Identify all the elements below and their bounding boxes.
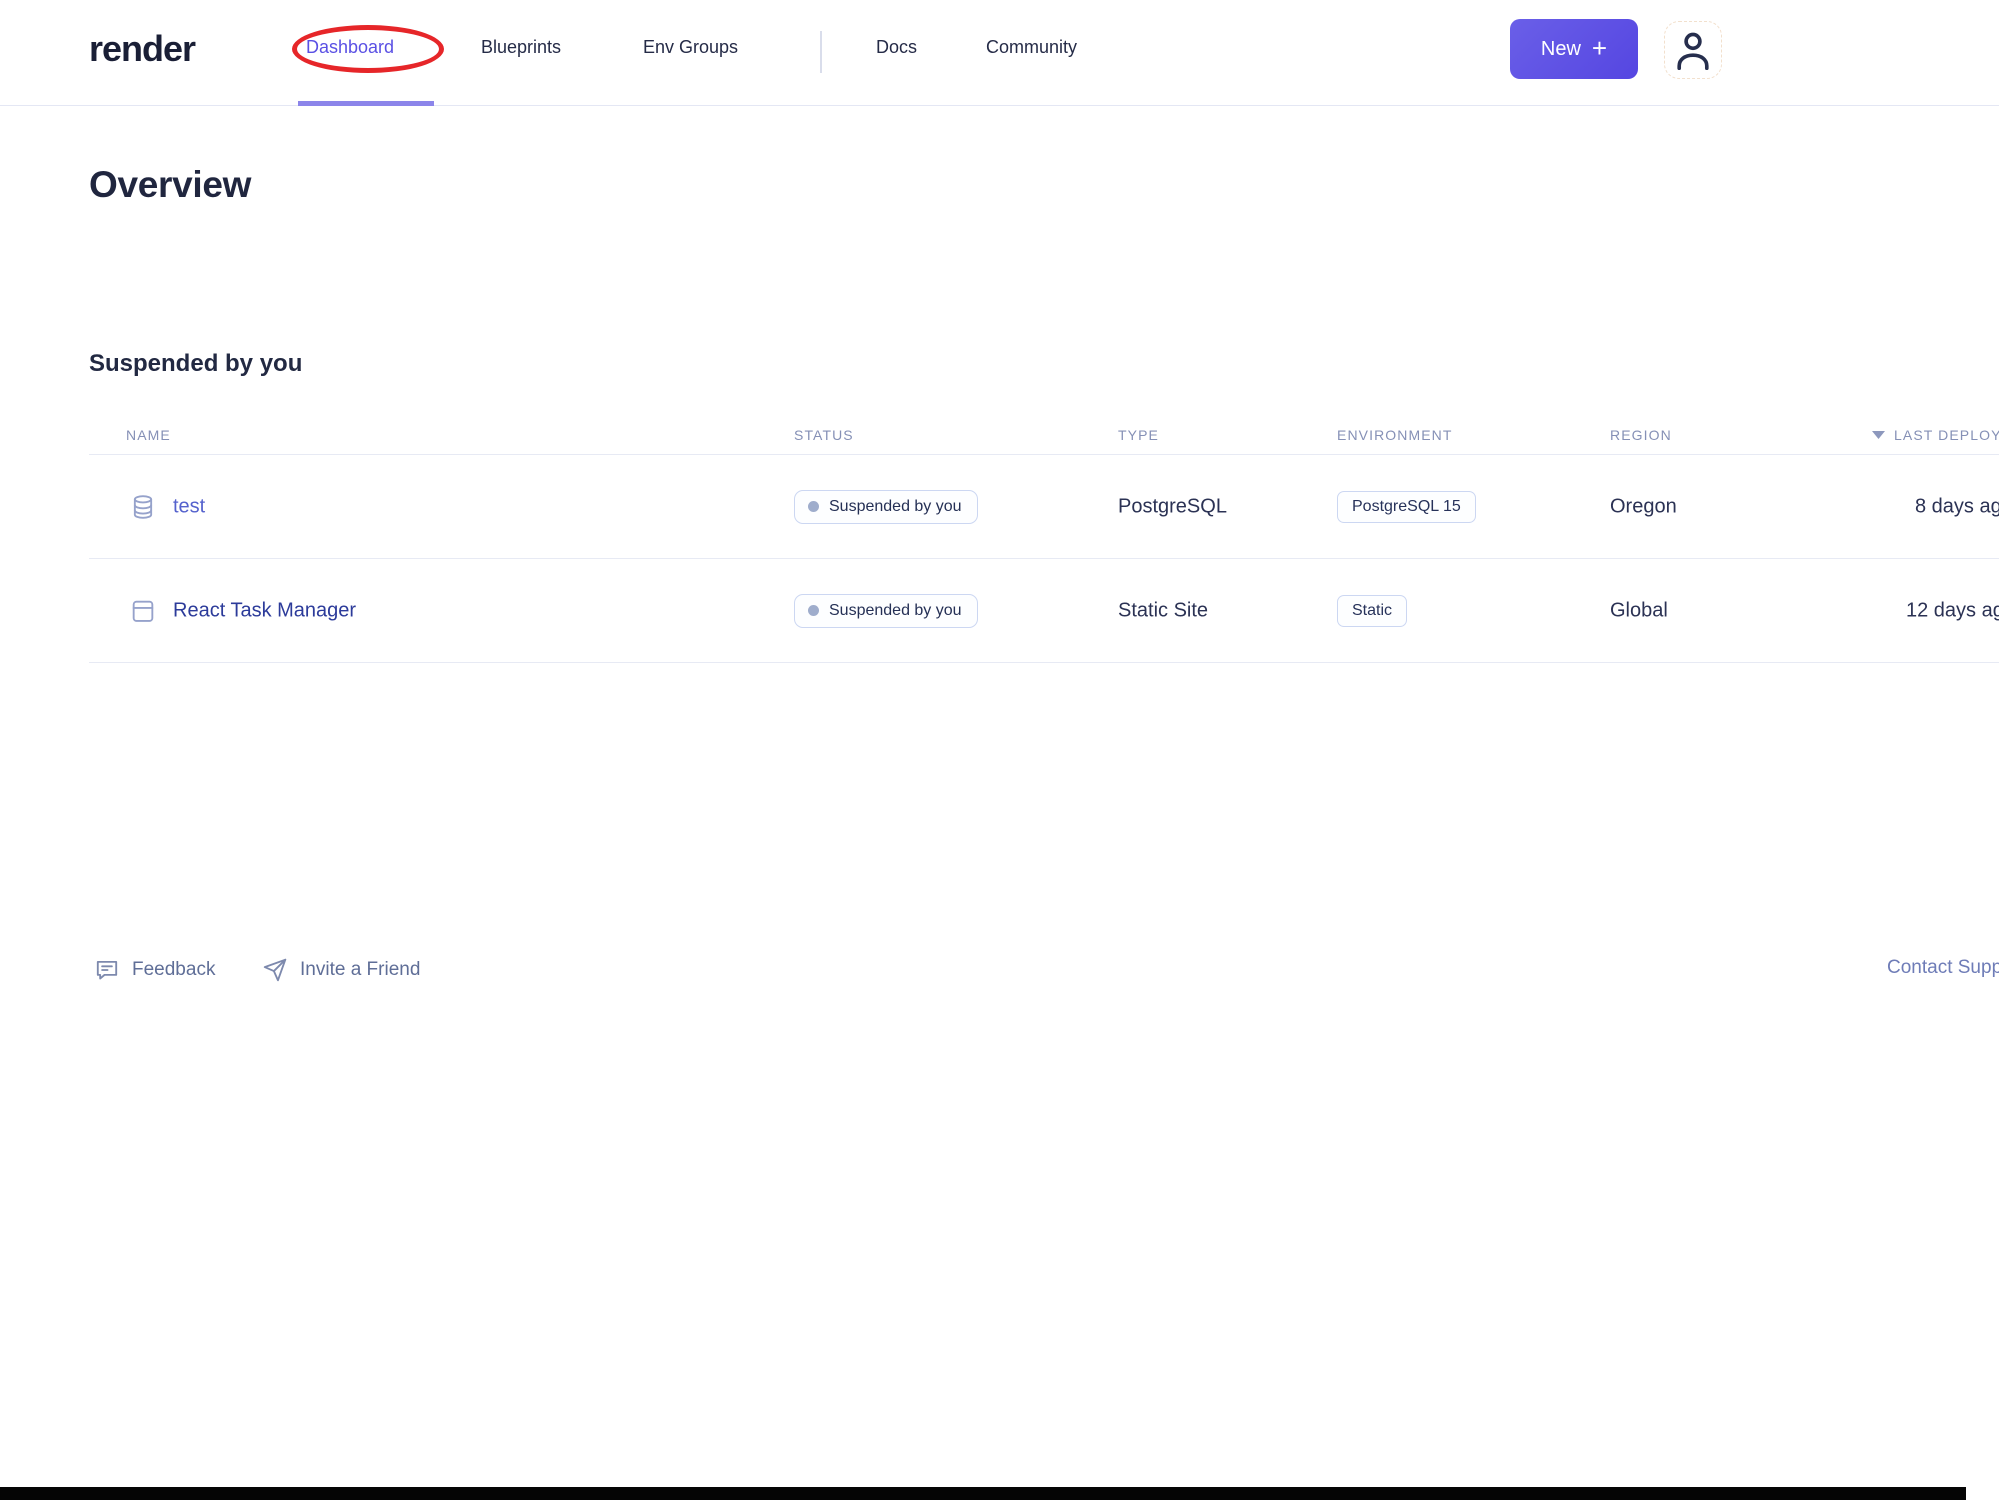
column-header-type[interactable]: TYPE xyxy=(1118,427,1159,443)
section-title-suspended: Suspended by you xyxy=(89,350,303,377)
environment-badge: Static xyxy=(1337,594,1408,627)
service-type: PostgreSQL xyxy=(1118,495,1227,517)
database-icon xyxy=(129,493,157,521)
table-row-test[interactable]: test Suspended by you PostgreSQL Postgre… xyxy=(89,455,1999,559)
table-row-react-task-manager[interactable]: React Task Manager Suspended by you Stat… xyxy=(89,559,1999,663)
render-logo[interactable]: render xyxy=(89,28,196,70)
nav-divider xyxy=(820,31,822,73)
service-name-link[interactable]: test xyxy=(173,495,205,518)
column-header-status[interactable]: STATUS xyxy=(794,427,854,443)
status-label: Suspended by you xyxy=(829,497,962,515)
status-dot-icon xyxy=(808,501,819,512)
last-deploy-value: 12 days ago xyxy=(1906,599,1999,621)
invite-label: Invite a Friend xyxy=(300,959,421,980)
column-header-region[interactable]: REGION xyxy=(1610,427,1672,443)
new-button-label: New xyxy=(1540,37,1581,60)
status-badge: Suspended by you xyxy=(794,489,978,524)
nav-item-docs[interactable]: Docs xyxy=(876,37,917,58)
services-table: NAME STATUS TYPE ENVIRONMENT REGION LAST… xyxy=(89,420,1999,663)
nav-item-community[interactable]: Community xyxy=(986,37,1077,58)
column-header-name[interactable]: NAME xyxy=(126,427,171,443)
bottom-black-bar xyxy=(0,1487,1966,1500)
table-header-row: NAME STATUS TYPE ENVIRONMENT REGION LAST… xyxy=(89,420,1999,455)
plus-icon: + xyxy=(1591,33,1608,63)
service-type: Static Site xyxy=(1118,599,1209,621)
column-header-last-deploy-label: LAST DEPLOY xyxy=(1894,427,1999,443)
service-region: Oregon xyxy=(1610,495,1677,517)
contact-support-link[interactable]: Contact Support xyxy=(1887,957,1999,979)
nav-item-dashboard[interactable]: Dashboard xyxy=(306,37,394,58)
new-button[interactable]: New + xyxy=(1510,19,1638,79)
account-menu-button[interactable] xyxy=(1664,21,1722,79)
nav-item-env-groups[interactable]: Env Groups xyxy=(643,37,738,58)
user-icon xyxy=(1670,27,1716,73)
environment-badge: PostgreSQL 15 xyxy=(1337,490,1476,523)
paper-plane-icon xyxy=(262,957,288,983)
feedback-chat-icon xyxy=(94,957,120,983)
column-header-environment[interactable]: ENVIRONMENT xyxy=(1337,427,1453,443)
invite-a-friend-button[interactable]: Invite a Friend xyxy=(262,957,420,983)
contact-label: Contact Support xyxy=(1887,957,1999,978)
last-deploy-value: 8 days ago xyxy=(1915,495,1999,517)
status-label: Suspended by you xyxy=(829,601,962,619)
dashboard-active-underline xyxy=(298,101,434,106)
feedback-button[interactable]: Feedback xyxy=(94,957,215,983)
top-navbar: render Dashboard Blueprints Env Groups D… xyxy=(0,0,1999,106)
static-site-icon xyxy=(129,597,157,625)
service-name-link[interactable]: React Task Manager xyxy=(173,599,356,622)
status-dot-icon xyxy=(808,605,819,616)
column-header-last-deploy[interactable]: LAST DEPLOY xyxy=(1872,427,1999,443)
feedback-label: Feedback xyxy=(132,959,216,980)
nav-item-blueprints[interactable]: Blueprints xyxy=(481,37,561,58)
service-region: Global xyxy=(1610,599,1668,621)
sort-desc-caret-icon xyxy=(1872,431,1885,439)
render-dashboard-page: render Dashboard Blueprints Env Groups D… xyxy=(0,0,1999,1500)
page-title: Overview xyxy=(89,164,252,205)
status-badge: Suspended by you xyxy=(794,593,978,628)
